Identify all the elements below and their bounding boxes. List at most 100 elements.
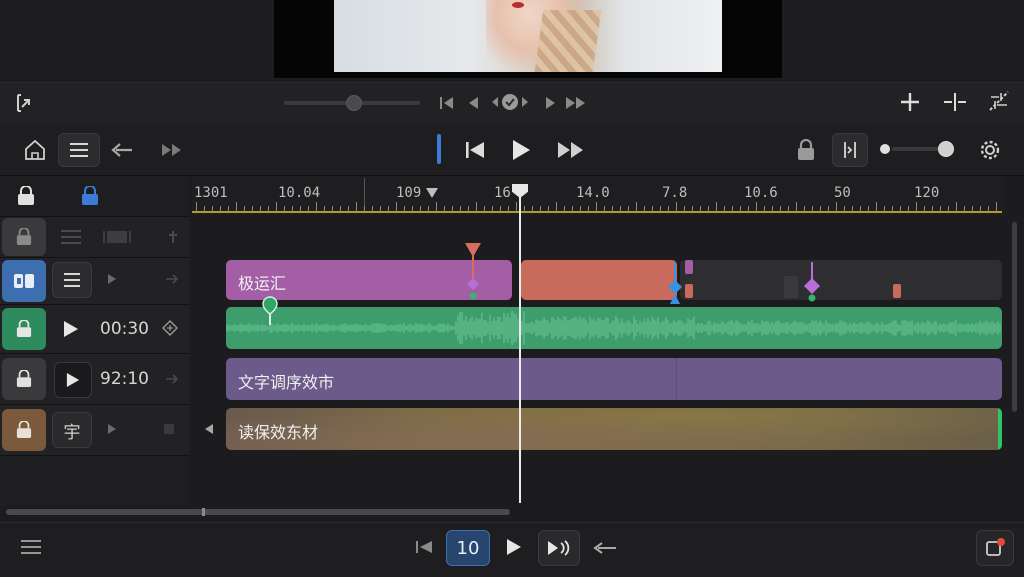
ruler-tick bbox=[356, 202, 357, 211]
ruler-tick bbox=[620, 206, 621, 211]
film-icon bbox=[102, 226, 132, 248]
track-lock-button[interactable] bbox=[2, 308, 46, 350]
ruler-tick bbox=[324, 206, 325, 211]
track-video-toggle[interactable] bbox=[2, 260, 46, 302]
adjust-icon[interactable] bbox=[986, 88, 1012, 114]
ruler-tick bbox=[916, 202, 917, 211]
ruler-tick bbox=[540, 206, 541, 211]
notification-button[interactable] bbox=[976, 530, 1014, 566]
ruler-tick bbox=[532, 206, 533, 211]
ruler-tick bbox=[892, 206, 893, 211]
step-back-icon[interactable] bbox=[464, 92, 482, 114]
track-type-button[interactable]: 宇 bbox=[52, 412, 92, 448]
collapse-left-icon[interactable] bbox=[200, 420, 218, 438]
skip-back-icon[interactable] bbox=[462, 138, 488, 162]
ruler-tick bbox=[428, 206, 429, 211]
ruler-label: 16 bbox=[494, 185, 511, 201]
add-icon[interactable] bbox=[898, 90, 922, 114]
track-lock-button[interactable] bbox=[2, 218, 46, 256]
ruler-tick bbox=[844, 206, 845, 211]
ruler-tick bbox=[364, 206, 365, 211]
keyframe-pin-blue[interactable] bbox=[664, 262, 686, 312]
diamond-add-icon[interactable] bbox=[160, 318, 180, 338]
keyframe-toggle-icon[interactable] bbox=[490, 90, 530, 114]
track-play-button[interactable] bbox=[54, 362, 92, 398]
track-menu-icon[interactable] bbox=[58, 226, 84, 248]
home-icon[interactable] bbox=[20, 136, 50, 164]
keyframe-marker[interactable] bbox=[685, 260, 693, 274]
effect-clip[interactable]: 读保效东材 bbox=[226, 408, 1002, 450]
ruler-tick bbox=[636, 202, 637, 211]
audio-clip[interactable] bbox=[226, 307, 1002, 349]
preview-zoom-knob[interactable] bbox=[346, 95, 362, 111]
keyframe-pin-red[interactable] bbox=[462, 240, 484, 302]
track-lock-button[interactable] bbox=[2, 358, 46, 400]
split-icon[interactable] bbox=[942, 90, 968, 114]
track-menu-button[interactable] bbox=[52, 262, 92, 298]
play-loop-button[interactable] bbox=[538, 530, 580, 566]
ruler-tick bbox=[676, 202, 677, 211]
snap-button[interactable] bbox=[832, 133, 868, 167]
ruler-tick bbox=[244, 206, 245, 211]
horizontal-scrollbar[interactable] bbox=[6, 509, 510, 515]
audio-marker-pin[interactable] bbox=[260, 296, 280, 326]
stop-icon[interactable] bbox=[164, 424, 174, 434]
ruler-tick bbox=[964, 206, 965, 211]
play-icon[interactable] bbox=[508, 137, 534, 163]
arrow-right-icon[interactable] bbox=[162, 370, 182, 388]
go-to-end-icon[interactable] bbox=[564, 92, 588, 114]
track-play-icon[interactable] bbox=[104, 420, 120, 438]
ruler-tick bbox=[564, 206, 565, 211]
back-arrow-icon[interactable] bbox=[590, 538, 620, 558]
export-icon[interactable] bbox=[12, 90, 40, 116]
list-menu-icon[interactable] bbox=[18, 536, 44, 558]
fast-forward-icon[interactable] bbox=[158, 140, 186, 160]
lock-selected-icon[interactable] bbox=[78, 184, 102, 208]
text-clip[interactable]: 文字调序效市 bbox=[226, 358, 1002, 400]
fast-forward-main-icon[interactable] bbox=[556, 139, 586, 161]
ruler-tick bbox=[668, 206, 669, 211]
ruler-tick bbox=[996, 202, 997, 211]
arrow-right-icon[interactable] bbox=[162, 270, 182, 288]
vertical-scrollbar[interactable] bbox=[1012, 222, 1017, 412]
timeline-zoom-knob[interactable] bbox=[938, 141, 954, 157]
playhead-line[interactable] bbox=[519, 186, 521, 503]
ruler-tick bbox=[780, 206, 781, 211]
track-lock-button[interactable] bbox=[2, 409, 46, 451]
play-icon[interactable] bbox=[502, 536, 526, 558]
ruler-tick bbox=[524, 206, 525, 211]
timeline-zoom-slider[interactable] bbox=[892, 147, 942, 151]
audio-waveform bbox=[226, 310, 1001, 346]
ruler-tick bbox=[332, 206, 333, 211]
ruler-tick bbox=[196, 202, 197, 211]
track-play-icon[interactable] bbox=[60, 318, 82, 340]
ruler-label: 120 bbox=[914, 185, 940, 201]
ruler-label: 7.8 bbox=[662, 185, 688, 201]
ruler-tick bbox=[932, 206, 933, 211]
ruler-tick bbox=[684, 206, 685, 211]
ruler-tick bbox=[644, 206, 645, 211]
track-play-icon[interactable] bbox=[104, 270, 120, 288]
settings-gear-icon[interactable] bbox=[976, 136, 1004, 164]
video-clip[interactable] bbox=[521, 260, 677, 300]
ruler-tick bbox=[628, 206, 629, 211]
clip-label: 读保效东材 bbox=[238, 423, 319, 442]
keyframe-pin-purple[interactable] bbox=[800, 262, 824, 304]
lock-icon[interactable] bbox=[792, 136, 820, 164]
keyframe-marker[interactable] bbox=[893, 284, 901, 298]
go-to-start-icon[interactable] bbox=[438, 92, 456, 114]
frame-counter[interactable]: 10 bbox=[446, 530, 490, 566]
rewind-icon[interactable] bbox=[412, 536, 436, 558]
keyframe-marker[interactable] bbox=[685, 284, 693, 298]
ruler-tick bbox=[548, 206, 549, 211]
menu-button[interactable] bbox=[58, 133, 100, 167]
ruler-tick bbox=[476, 202, 477, 211]
ruler-tick bbox=[836, 202, 837, 211]
ruler-tick bbox=[788, 206, 789, 211]
lock-all-icon[interactable] bbox=[14, 184, 38, 208]
pin-icon[interactable] bbox=[164, 228, 182, 246]
step-forward-icon[interactable] bbox=[542, 92, 560, 114]
back-arrow-icon[interactable] bbox=[108, 138, 136, 162]
video-clip-empty[interactable] bbox=[680, 260, 1002, 300]
ruler-tick bbox=[276, 202, 277, 211]
